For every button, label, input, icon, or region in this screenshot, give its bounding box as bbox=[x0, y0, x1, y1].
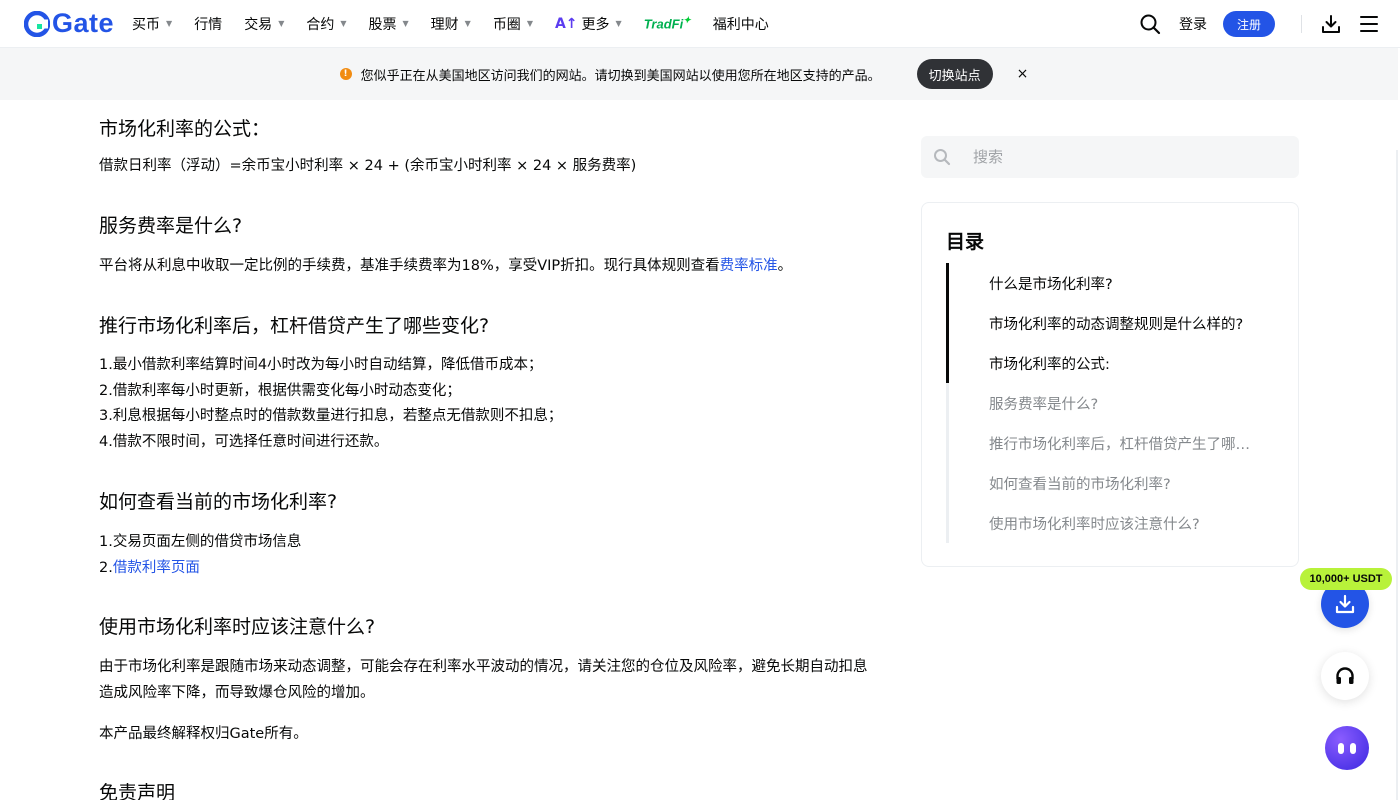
nav-right: 登录 注册 bbox=[1139, 0, 1378, 48]
fee-tail: 。 bbox=[777, 258, 793, 274]
nav-community[interactable]: 币圈 ▼ bbox=[493, 14, 533, 34]
headset-icon bbox=[1336, 667, 1354, 684]
nav-stocks[interactable]: 股票 ▼ bbox=[369, 14, 409, 34]
nav-earn[interactable]: 理财 ▼ bbox=[431, 14, 471, 34]
nav-trade[interactable]: 交易 ▼ bbox=[244, 14, 284, 34]
top-nav: Gate 买币 ▼ 行情 交易 ▼ 合约 ▼ 股票 ▼ 理财 ▼ 币圈 ▼ A↑ 更多 ▼ Tr… bbox=[0, 0, 1400, 48]
list-item: 1.最小借款利率结算时间4小时改为每小时自动结算，降低借币成本； bbox=[99, 357, 543, 373]
nav-label: 币圈 bbox=[492, 16, 521, 33]
check-list: 1.交易页面左侧的借贷市场信息 2.借款利率页面 bbox=[99, 529, 879, 581]
notice-text: 由于市场化利率是跟随市场来动态调整，可能会存在利率水平波动的情况，请关注您的仓位… bbox=[99, 659, 868, 701]
notice-heading: 使用市场化利率时应该注意什么? bbox=[99, 616, 376, 638]
final-text: 本产品最终解释权归Gate所有。 bbox=[99, 726, 308, 742]
fee-paragraph: 平台将从利息中收取一定比例的手续费，基准手续费率为18%，享受VIP折扣。现行具… bbox=[99, 253, 879, 279]
region-banner: ! 您似乎正在从美国地区访问我们的网站。请切换到美国网站以使用您所在地区支持的产… bbox=[0, 48, 1398, 100]
ai-assistant-button[interactable] bbox=[1325, 726, 1369, 770]
register-button[interactable]: 注册 bbox=[1222, 11, 1275, 37]
nav-markets[interactable]: 行情 bbox=[194, 14, 222, 34]
hamburger-menu-icon[interactable] bbox=[1360, 16, 1378, 32]
nav-label: 理财 bbox=[430, 16, 459, 33]
nav-welfare-center[interactable]: 福利中心 bbox=[713, 14, 769, 34]
toc-item[interactable]: 什么是市场化利率? bbox=[989, 273, 1259, 294]
search-icon bbox=[934, 149, 951, 166]
caret-down-icon: ▼ bbox=[340, 19, 347, 28]
switch-site-button[interactable]: 切换站点 bbox=[916, 59, 993, 89]
changes-list: 1.最小借款利率结算时间4小时改为每小时自动结算，降低借币成本； 2.借款利率每… bbox=[99, 353, 879, 455]
banner-text: 您似乎正在从美国地区访问我们的网站。请切换到美国网站以使用您所在地区支持的产品。 bbox=[360, 68, 881, 84]
toc-item[interactable]: 使用市场化利率时应该注意什么? bbox=[989, 513, 1259, 534]
divider bbox=[1301, 15, 1302, 33]
search-icon[interactable] bbox=[1139, 13, 1161, 35]
formula-heading: 市场化利率的公式： bbox=[99, 118, 271, 140]
tradfi-label: TradFi bbox=[643, 16, 684, 32]
nav-label: 更多 bbox=[581, 16, 610, 33]
page-scrollbar[interactable] bbox=[1396, 150, 1398, 800]
fee-standard-link[interactable]: 费率标准 bbox=[720, 258, 778, 274]
list-item: 2.借款利率每小时更新，根据供需变化每小时动态变化； bbox=[99, 382, 461, 399]
nav-label: 福利中心 bbox=[712, 16, 769, 33]
borrow-rate-page-link[interactable]: 借款利率页面 bbox=[113, 560, 200, 576]
gate-logo[interactable]: Gate bbox=[24, 8, 114, 39]
fee-text: 平台将从利息中收取一定比例的手续费，基准手续费率为18%，享受VIP折扣。现行具… bbox=[99, 258, 720, 274]
toc-item[interactable]: 如何查看当前的市场化利率? bbox=[989, 473, 1259, 494]
toc-item[interactable]: 服务费率是什么? bbox=[989, 393, 1259, 414]
customer-support-button[interactable] bbox=[1321, 652, 1369, 700]
nav-tradfi[interactable]: TradFi✦ bbox=[644, 15, 691, 31]
formula-text: 借款日利率（浮动）=余币宝小时利率 × 24 + (余币宝小时利率 × 24 ×… bbox=[99, 158, 637, 174]
download-icon[interactable] bbox=[1320, 13, 1342, 35]
list-item: 3.利息根据每小时整点时的借款数量进行扣息，若整点无借款则不扣息； bbox=[99, 408, 563, 424]
table-of-contents: 目录 什么是市场化利率? 市场化利率的动态调整规则是什么样的? 市场化利率的公式… bbox=[921, 202, 1299, 567]
caret-down-icon: ▼ bbox=[526, 19, 533, 28]
fee-heading: 服务费率是什么? bbox=[99, 215, 243, 237]
toc-title: 目录 bbox=[946, 231, 985, 253]
caret-down-icon: ▼ bbox=[278, 19, 285, 28]
toc-item[interactable]: 市场化利率的动态调整规则是什么样的? bbox=[989, 313, 1259, 334]
close-icon[interactable]: × bbox=[1017, 66, 1029, 82]
disclaimer-heading: 免责声明 bbox=[99, 782, 176, 800]
download-icon bbox=[1335, 594, 1355, 614]
gate-logo-icon bbox=[24, 10, 50, 37]
search-input[interactable] bbox=[973, 148, 1273, 166]
list-item: 1.交易页面左侧的借贷市场信息 bbox=[99, 534, 302, 550]
nav-label: 买币 bbox=[132, 16, 161, 33]
warning-icon: ! bbox=[339, 68, 352, 80]
toc-progress-indicator bbox=[946, 263, 949, 383]
list-item: 4.借款不限时间，可选择任意时间进行还款。 bbox=[99, 433, 389, 450]
logo-text: Gate bbox=[52, 8, 115, 38]
toc-item[interactable]: 市场化利率的公式: bbox=[989, 353, 1259, 374]
login-button[interactable]: 登录 bbox=[1179, 14, 1207, 34]
nav-label: 合约 bbox=[306, 16, 335, 33]
caret-down-icon: ▼ bbox=[402, 19, 409, 28]
ai-icon: A↑ bbox=[554, 15, 578, 32]
article-search bbox=[921, 136, 1299, 178]
nav-label: 股票 bbox=[368, 16, 397, 33]
nav-futures[interactable]: 合约 ▼ bbox=[306, 14, 346, 34]
list-prefix: 2. bbox=[99, 560, 113, 576]
nav-label: 交易 bbox=[244, 16, 273, 33]
bot-face-icon bbox=[1338, 742, 1356, 754]
caret-down-icon: ▼ bbox=[464, 19, 471, 28]
sparkle-icon: ✦ bbox=[683, 15, 691, 26]
promo-badge[interactable]: 10,000+ USDT bbox=[1300, 568, 1392, 590]
nav-more[interactable]: A↑ 更多 ▼ bbox=[555, 14, 622, 34]
check-heading: 如何查看当前的市场化利率? bbox=[99, 491, 338, 513]
changes-heading: 推行市场化利率后，杠杆借贷产生了哪些变化? bbox=[99, 315, 490, 337]
caret-down-icon: ▼ bbox=[166, 19, 173, 28]
nav-label: 行情 bbox=[194, 16, 223, 33]
list-item: 2.借款利率页面 bbox=[99, 555, 879, 581]
nav-buy-crypto[interactable]: 买币 ▼ bbox=[132, 14, 172, 34]
toc-progress-rail bbox=[946, 263, 949, 543]
toc-item[interactable]: 推行市场化利率后，杠杆借贷产生了哪些变化? bbox=[989, 433, 1259, 454]
caret-down-icon: ▼ bbox=[615, 19, 622, 28]
